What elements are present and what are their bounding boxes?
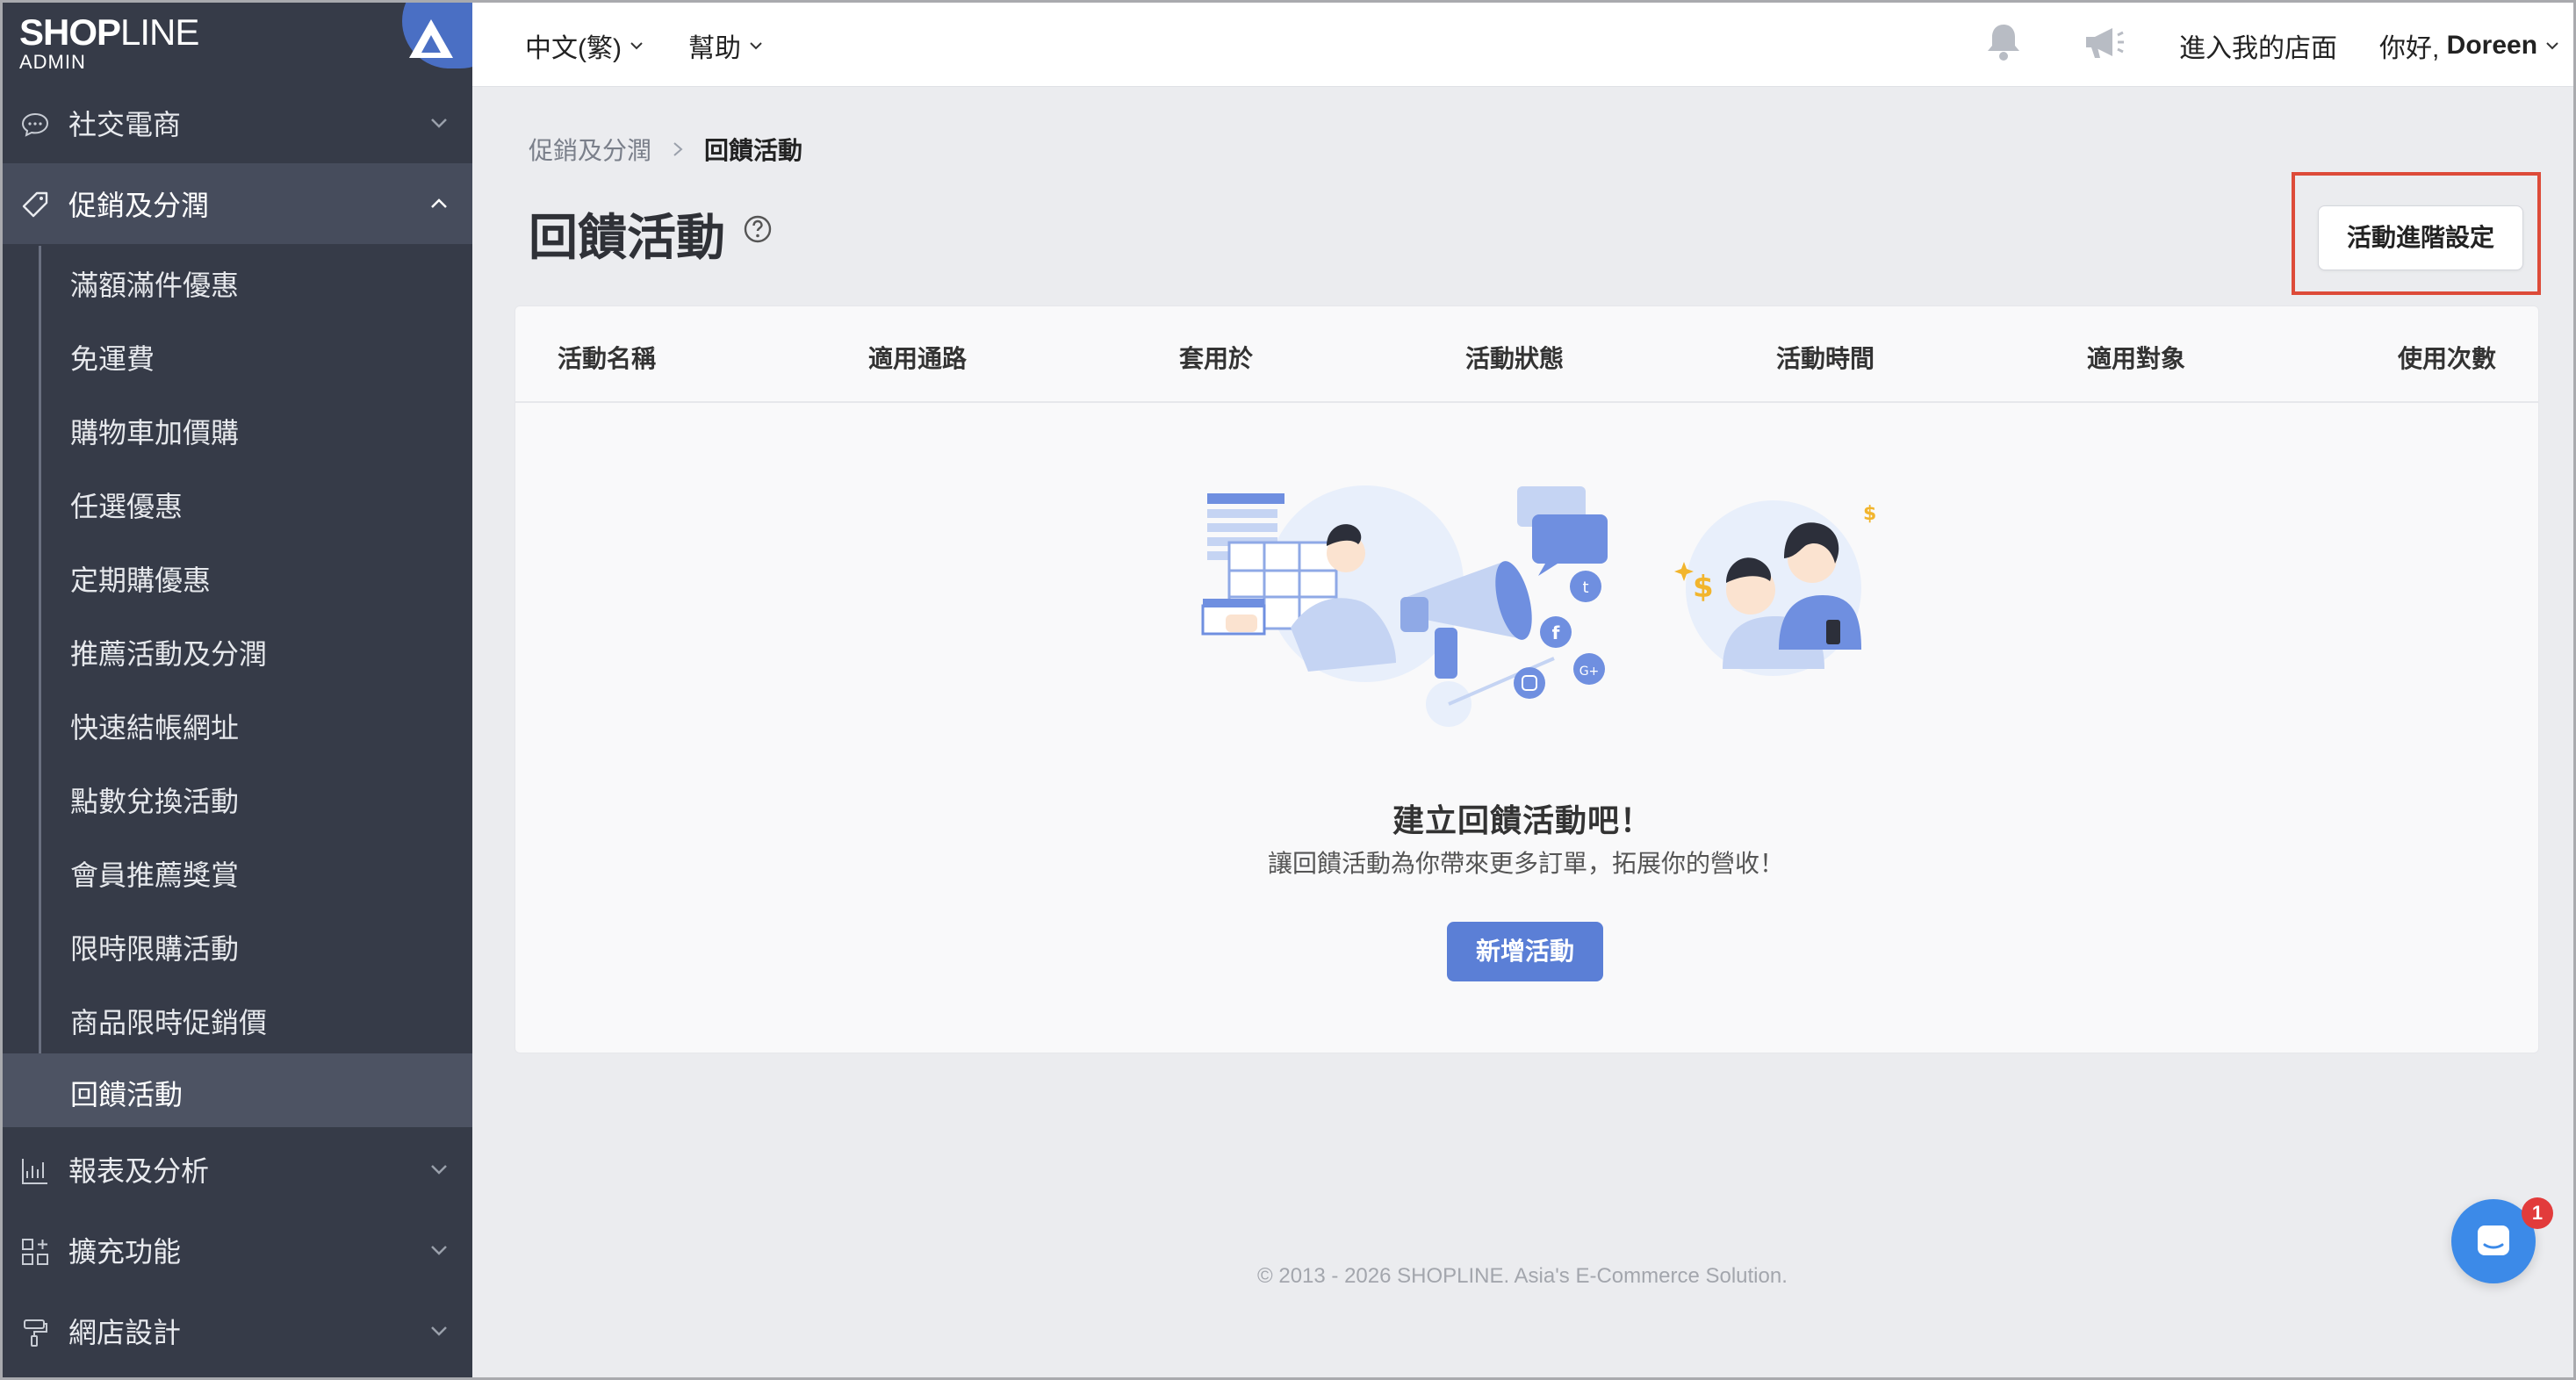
sidebar-group-label: 報表及分析 — [68, 1155, 210, 1187]
sidebar-item-cart-addon[interactable]: 購物車加價購 — [0, 392, 472, 465]
paint-roller-icon — [24, 1319, 47, 1347]
empty-state-illustration: t f G+ $ $ — [1201, 485, 1876, 727]
empty-state-subtitle: 讓回饋活動為你帶來更多訂單，拓展你的營收！ — [1268, 850, 1785, 877]
column-header-channel[interactable]: 適用通路 — [868, 340, 967, 375]
svg-text:$: $ — [1863, 503, 1876, 525]
chevron-up-icon — [431, 198, 447, 208]
column-header-status[interactable]: 活動狀態 — [1465, 340, 1564, 375]
sidebar-group-reports[interactable]: 報表及分析 — [0, 1129, 472, 1210]
sidebar-item-free-shipping[interactable]: 免運費 — [0, 318, 472, 392]
sidebar-item-threshold-discount[interactable]: 滿額滿件優惠 — [0, 244, 472, 318]
footer-copyright: © 2013 - 2026 SHOPLINE. Asia's E-Commerc… — [1257, 1264, 1788, 1288]
chevron-down-icon — [630, 42, 643, 50]
annotation-highlight-box — [2292, 172, 2541, 295]
sidebar-item-bundle-pick[interactable]: 任選優惠 — [0, 465, 472, 539]
enter-store-link[interactable]: 進入我的店面 — [2179, 26, 2337, 65]
chevron-down-icon — [431, 1246, 447, 1255]
chevron-right-icon — [673, 142, 683, 156]
sidebar: SHOPLINE ADMIN 社交電商 促銷及分潤 滿額滿件優惠 免運費 購物車… — [0, 0, 472, 1380]
brand-badge-icon — [402, 0, 472, 68]
sidebar-group-label: 網店設計 — [68, 1317, 182, 1348]
sidebar-group-label: 社交電商 — [68, 109, 182, 140]
table-header: 活動名稱 適用通路 套用於 活動狀態 活動時間 適用對象 使用次數 — [515, 306, 2538, 403]
sidebar-group-label: 促銷及分潤 — [68, 190, 210, 221]
logo[interactable]: SHOPLINE ADMIN — [19, 12, 199, 72]
column-header-name[interactable]: 活動名稱 — [558, 340, 656, 375]
sidebar-item-member-referral[interactable]: 會員推薦獎賞 — [0, 834, 472, 908]
chevron-down-icon — [750, 42, 762, 50]
sidebar-item-subscription[interactable]: 定期購優惠 — [0, 539, 472, 613]
chevron-down-icon — [431, 119, 447, 128]
chat-bubble-icon — [21, 112, 49, 137]
column-header-audience[interactable]: 適用對象 — [2087, 340, 2185, 375]
sidebar-item-referral-affiliate[interactable]: 推薦活動及分潤 — [0, 613, 472, 686]
bell-icon[interactable] — [1979, 18, 2028, 67]
column-header-period[interactable]: 活動時間 — [1776, 340, 1874, 375]
sidebar-group-extensions[interactable]: 擴充功能 — [0, 1210, 472, 1290]
chart-icon — [22, 1159, 47, 1184]
sidebar-item-cashback[interactable]: 回饋活動 — [0, 1053, 472, 1127]
help-dropdown[interactable]: 幫助 — [688, 26, 764, 65]
sidebar-group-social-commerce[interactable]: 社交電商 — [0, 83, 472, 163]
empty-state-title: 建立回饋活動吧！ — [1392, 802, 1653, 838]
help-circle-icon[interactable] — [743, 214, 773, 244]
chevron-down-icon — [431, 1326, 447, 1336]
sidebar-item-points-redeem[interactable]: 點數兌換活動 — [0, 760, 472, 834]
page-title: 回饋活動 — [529, 210, 725, 265]
sidebar-item-timed-price[interactable]: 商品限時促銷價 — [0, 981, 472, 1055]
grid-plus-icon — [22, 1239, 48, 1265]
add-campaign-button[interactable]: 新增活動 — [1447, 922, 1603, 981]
sidebar-group-store-design[interactable]: 網店設計 — [0, 1290, 472, 1371]
sidebar-item-flash-sale[interactable]: 限時限購活動 — [0, 908, 472, 981]
breadcrumb-current: 回饋活動 — [704, 137, 803, 164]
tag-icon — [22, 191, 48, 218]
user-menu[interactable]: 你好, Doreen — [2379, 26, 2560, 65]
language-dropdown[interactable]: 中文(繁) — [525, 26, 644, 65]
chevron-down-icon — [431, 1165, 447, 1175]
top-bar: 中文(繁) 幫助 進入我的店面 你好, Doreen — [472, 0, 2576, 87]
breadcrumb-parent-link[interactable]: 促銷及分潤 — [529, 132, 651, 167]
column-header-applied-to[interactable]: 套用於 — [1179, 340, 1253, 375]
svg-text:t: t — [1582, 579, 1588, 597]
megaphone-icon[interactable] — [2079, 18, 2128, 67]
svg-text:$: $ — [1693, 570, 1714, 605]
sidebar-group-label: 擴充功能 — [68, 1236, 182, 1268]
column-header-usage[interactable]: 使用次數 — [2398, 340, 2496, 375]
chat-unread-badge: 1 — [2522, 1197, 2553, 1229]
breadcrumb: 促銷及分潤 回饋活動 — [529, 132, 802, 167]
chat-icon — [2478, 1225, 2509, 1255]
chevron-down-icon — [2546, 42, 2558, 50]
svg-text:f: f — [1552, 622, 1560, 643]
sidebar-group-promotions[interactable]: 促銷及分潤 — [0, 163, 472, 244]
svg-text:G+: G+ — [1579, 665, 1600, 679]
sidebar-item-express-checkout[interactable]: 快速結帳網址 — [0, 686, 472, 760]
